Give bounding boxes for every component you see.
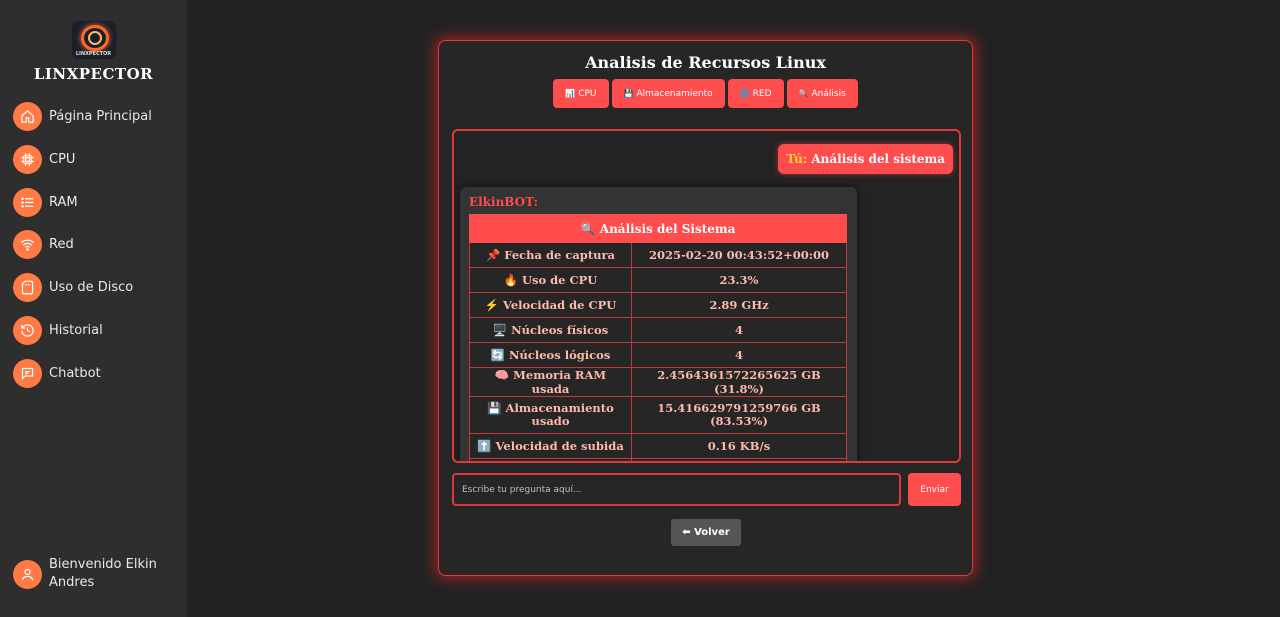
- sidebar-item-label: Uso de Disco: [49, 280, 134, 296]
- tab-analisis[interactable]: 🔍 Análisis: [786, 79, 858, 108]
- row-value: 23.3%: [631, 267, 847, 293]
- chat-input-row: Enviar: [452, 473, 961, 506]
- row-key: 🔥 Uso de CPU: [469, 267, 632, 293]
- tab-bar: 📊 CPU 💾 Almacenamiento 🌐 RED 🔍 Análisis: [439, 79, 972, 108]
- sidebar-item-label: Historial: [49, 322, 103, 338]
- cpu-icon: [13, 144, 42, 174]
- home-icon: [13, 102, 42, 131]
- sidebar-item-cpu[interactable]: CPU: [13, 144, 183, 174]
- table-row: 📌 Fecha de captura 2025-02-20 00:43:52+0…: [469, 242, 847, 268]
- sidebar-item-red[interactable]: Red: [13, 230, 183, 260]
- row-key: 🖥️ Núcleos físicos: [469, 317, 632, 343]
- magnifier-icon: 🔍: [798, 89, 809, 98]
- sidebar-nav: Página Principal CPU RAM Red Uso de Disc…: [13, 102, 183, 402]
- page-title: Analisis de Recursos Linux: [585, 53, 826, 72]
- user-message: Tú: Análisis del sistema: [778, 144, 953, 174]
- table-row: ⚡ Velocidad de CPU 2.89 GHz: [469, 292, 847, 318]
- row-key: 🔄 Núcleos lógicos: [469, 342, 632, 368]
- chat-icon: [13, 358, 42, 388]
- row-value: 4: [631, 317, 847, 343]
- table-row: ⬇️ Velocidad de bajada: [469, 458, 847, 461]
- row-key: ⚡ Velocidad de CPU: [469, 292, 632, 318]
- row-key: 📌 Fecha de captura: [469, 242, 632, 268]
- wifi-icon: [13, 230, 42, 260]
- tab-label: RED: [752, 88, 772, 99]
- tab-red[interactable]: 🌐 RED: [727, 79, 784, 108]
- table-row: 🔄 Núcleos lógicos 4: [469, 342, 847, 368]
- sidebar-item-label: Página Principal: [49, 109, 152, 124]
- tab-cpu[interactable]: 📊 CPU: [553, 79, 609, 108]
- chat-input[interactable]: [452, 473, 901, 506]
- row-value: [631, 458, 847, 461]
- chart-icon: 📊: [565, 89, 576, 98]
- bot-message: ElkinBOT: 🔍 Análisis del Sistema 📌 Fecha…: [460, 187, 857, 461]
- send-button[interactable]: Enviar: [908, 473, 961, 506]
- row-value: 4: [631, 342, 847, 368]
- list-icon: [13, 187, 42, 217]
- tab-label: CPU: [578, 88, 597, 99]
- sd-card-icon: [13, 273, 42, 303]
- user-message-text: Análisis del sistema: [811, 152, 945, 166]
- table-row: 🖥️ Núcleos físicos 4: [469, 317, 847, 343]
- user-icon: [13, 559, 42, 589]
- table-row: ⬆️ Velocidad de subida 0.16 KB/s: [469, 433, 847, 459]
- row-key: 🧠 Memoria RAM usada: [469, 367, 632, 397]
- brand-name: LINXPECTOR: [33, 65, 154, 83]
- app-logo: LINXPECTOR: [70, 20, 117, 60]
- sidebar-item-home[interactable]: Página Principal: [13, 102, 183, 131]
- row-value: 2025-02-20 00:43:52+00:00: [631, 242, 847, 268]
- tab-almacenamiento[interactable]: 💾 Almacenamiento: [611, 79, 725, 108]
- table-row: 🧠 Memoria RAM usada 2.4564361572265625 G…: [469, 367, 847, 397]
- chat-window[interactable]: Tú: Análisis del sistema ElkinBOT: 🔍 Aná…: [452, 129, 961, 463]
- row-value: 15.416629791259766 GB (83.53%): [631, 396, 847, 434]
- row-value: 2.89 GHz: [631, 292, 847, 318]
- user-profile[interactable]: Bienvenido Elkin Andres: [13, 556, 159, 592]
- history-icon: [13, 315, 42, 345]
- globe-icon: 🌐: [739, 89, 750, 98]
- sidebar: LINXPECTOR LINXPECTOR Página Principal C…: [0, 0, 187, 617]
- table-row: 🔥 Uso de CPU 23.3%: [469, 267, 847, 293]
- back-button[interactable]: ⬅ Volver: [671, 519, 741, 546]
- sidebar-item-label: Red: [49, 237, 74, 253]
- tab-label: Análisis: [811, 88, 846, 99]
- floppy-icon: 💾: [623, 89, 634, 98]
- tab-label: Almacenamiento: [636, 88, 713, 99]
- bot-name: ElkinBOT:: [469, 195, 539, 209]
- row-key: ⬇️ Velocidad de bajada: [469, 458, 632, 461]
- sidebar-item-chatbot[interactable]: Chatbot: [13, 358, 183, 388]
- row-key: 💾 Almacenamiento usado: [469, 396, 632, 434]
- sidebar-item-disco[interactable]: Uso de Disco: [13, 273, 183, 303]
- system-analysis-table: 🔍 Análisis del Sistema 📌 Fecha de captur…: [469, 214, 847, 461]
- user-prefix: Tú:: [786, 152, 808, 166]
- analysis-panel: Analisis de Recursos Linux 📊 CPU 💾 Almac…: [438, 40, 973, 576]
- row-value: 0.16 KB/s: [631, 433, 847, 459]
- sidebar-item-historial[interactable]: Historial: [13, 315, 183, 345]
- user-greeting: Bienvenido Elkin Andres: [49, 557, 157, 590]
- sidebar-item-ram[interactable]: RAM: [13, 187, 183, 217]
- table-title: 🔍 Análisis del Sistema: [469, 214, 847, 243]
- row-value: 2.4564361572265625 GB (31.8%): [631, 367, 847, 397]
- brand: LINXPECTOR LINXPECTOR: [0, 20, 187, 83]
- row-key: ⬆️ Velocidad de subida: [469, 433, 632, 459]
- sidebar-item-label: RAM: [49, 194, 78, 210]
- table-row: 💾 Almacenamiento usado 15.41662979125976…: [469, 396, 847, 434]
- sidebar-item-label: Chatbot: [49, 365, 101, 381]
- sidebar-item-label: CPU: [49, 151, 76, 167]
